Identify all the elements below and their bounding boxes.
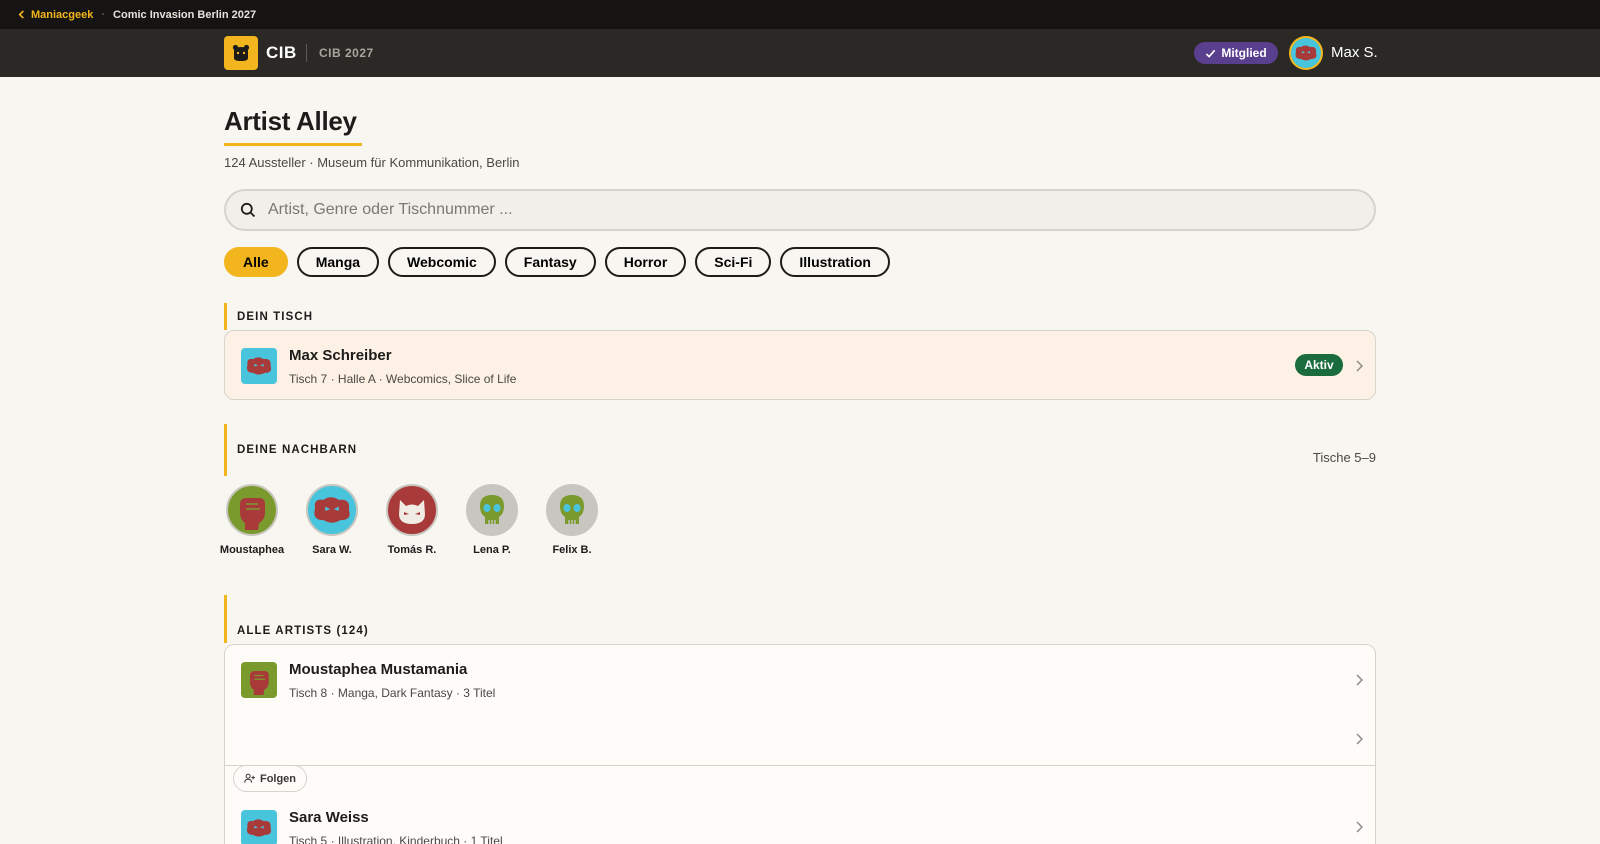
status-badge: Aktiv [1295, 354, 1343, 376]
own-table-meta: Tisch 7 · Halle A · Webcomics, Slice of … [289, 372, 517, 386]
member-badge: Mitglied [1194, 42, 1278, 64]
own-avatar [241, 348, 277, 384]
chevron-left-icon [18, 10, 24, 19]
member-badge-label: Mitglied [1221, 46, 1267, 60]
neighbors-range: Tische 5–9 [1312, 450, 1376, 465]
neighbor-name: Lena P. [473, 544, 511, 556]
title-underline [224, 143, 362, 146]
artist-meta: Tisch 5 · Illustration, Kinderbuch · 1 T… [289, 834, 503, 844]
neighbor-name: Sara W. [312, 544, 352, 556]
search-icon [240, 202, 256, 218]
user-avatar[interactable] [1289, 36, 1323, 70]
breadcrumb-bar: Maniacgeek · Comic Invasion Berlin 2027 [0, 0, 1600, 29]
neighbor-name: Felix B. [552, 544, 592, 556]
neighbor-avatar [466, 484, 518, 536]
follow-button-label: Folgen [259, 772, 297, 785]
breadcrumb-current: Comic Invasion Berlin 2027 [113, 8, 257, 21]
filter-chip-fantasy[interactable]: Fantasy [504, 247, 596, 277]
logo-badge[interactable] [224, 36, 258, 70]
event-label: CIB 2027 [319, 46, 374, 60]
artist-row[interactable]: Moustaphea Mustamania Tisch 8 · Manga, D… [224, 644, 1376, 714]
logo-divider [306, 44, 307, 62]
page-subtitle: 124 Aussteller · Museum für Kommunikatio… [224, 155, 520, 170]
neighbor-avatar [226, 484, 278, 536]
follow-button[interactable]: Folgen [233, 765, 307, 792]
logo-text[interactable]: CIB [266, 43, 297, 63]
artist-row[interactable]: Sara Weiss Tisch 5 · Illustration, Kinde… [224, 765, 1376, 844]
artist-name: Moustaphea Mustamania [289, 661, 468, 678]
own-table-name: Max Schreiber [289, 347, 392, 364]
section-neighbors-label: DEINE NACHBARN [237, 444, 358, 456]
bear-icon [232, 44, 250, 61]
page-title: Artist Alley [224, 106, 357, 136]
check-icon [1206, 49, 1216, 58]
neighbor-avatar [306, 484, 358, 536]
own-table-card[interactable]: Max Schreiber Tisch 7 · Halle A · Webcom… [224, 330, 1376, 400]
section-all-artists-label: ALLE ARTISTS (124) [237, 625, 369, 637]
breadcrumb-separator: · [101, 8, 106, 21]
back-link-label: Maniacgeek [31, 8, 94, 21]
filter-chip-webcomic[interactable]: Webcomic [388, 247, 496, 277]
neighbor-avatar [546, 484, 598, 536]
filter-chip-sci-fi[interactable]: Sci-Fi [695, 247, 772, 277]
search-bar [224, 189, 1376, 231]
neighbor-name: Moustaphea [219, 544, 285, 556]
blob-icon [246, 357, 272, 375]
add-user-icon [244, 773, 255, 783]
search-input[interactable] [268, 201, 1318, 219]
section-own-table-label: DEIN TISCH [237, 310, 314, 323]
artist-avatar [241, 662, 277, 698]
artist-avatar [241, 810, 277, 844]
fist-icon [240, 498, 265, 530]
section-all-artists: ALLE ARTISTS (124) [224, 595, 369, 643]
artist-meta: Tisch 8 · Manga, Dark Fantasy · 3 Titel [289, 686, 496, 700]
neighbor-item[interactable]: Felix B. [546, 484, 598, 556]
neighbor-avatar [386, 484, 438, 536]
neighbor-item[interactable]: Tomás R. [386, 484, 438, 556]
filter-chip-alle[interactable]: Alle [224, 247, 288, 277]
artist-name: Sara Weiss [289, 809, 369, 826]
blob-icon [246, 819, 272, 837]
chevron-right-icon [1356, 674, 1363, 686]
neighbor-item[interactable]: Sara W. [306, 484, 358, 556]
blob-icon [1295, 45, 1317, 61]
fist-icon [250, 671, 269, 695]
artist-row[interactable] [224, 713, 1376, 766]
neighbor-item[interactable]: Lena P. [466, 484, 518, 556]
filter-chip-illustration[interactable]: Illustration [780, 247, 890, 277]
filter-chip-manga[interactable]: Manga [296, 247, 380, 277]
neighbor-item[interactable]: Moustaphea [220, 484, 284, 556]
section-neighbors: DEINE NACHBARN [224, 424, 357, 476]
filter-chip-horror[interactable]: Horror [604, 247, 687, 277]
chevron-right-icon [1356, 821, 1363, 833]
chevron-right-icon [1356, 360, 1363, 372]
user-name[interactable]: Max S. [1331, 44, 1378, 61]
skull-icon [480, 495, 504, 524]
back-link[interactable]: Maniacgeek [18, 9, 93, 21]
cat-icon [399, 500, 425, 524]
section-own-table: DEIN TISCH [224, 303, 313, 330]
chevron-right-icon [1356, 733, 1363, 745]
neighbor-list: Moustaphea Sara W. Tomás R. Lena P. Feli… [220, 484, 598, 556]
neighbor-name: Tomás R. [387, 544, 437, 556]
skull-icon [560, 495, 584, 524]
blob-icon [314, 497, 350, 523]
app-header: CIB CIB 2027 Mitglied Max S. [0, 29, 1600, 77]
filter-chips: Alle Manga Webcomic Fantasy Horror Sci-F… [224, 247, 890, 277]
